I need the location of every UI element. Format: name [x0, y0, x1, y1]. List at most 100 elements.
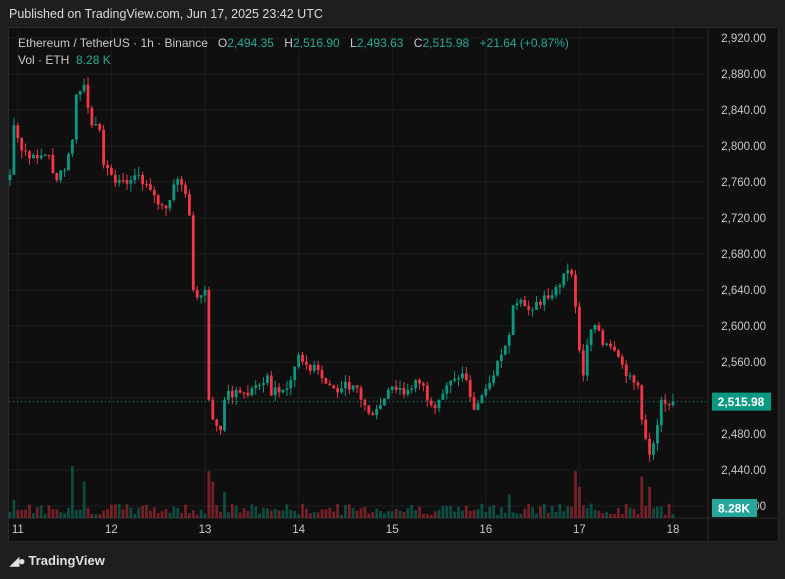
volume-bar: [277, 510, 281, 518]
price-axis-label: 2,480.00: [721, 429, 766, 441]
volume-bar: [293, 510, 297, 518]
open-value: 2,494.35: [227, 36, 274, 50]
candle-body: [652, 443, 655, 455]
candle-body: [149, 184, 152, 191]
candle-body: [289, 380, 293, 389]
volume-bar: [149, 510, 152, 518]
candle-body: [363, 399, 367, 406]
volume-bar: [156, 512, 160, 518]
volume-bar: [394, 508, 398, 518]
candle-body: [488, 382, 492, 389]
symbol-label[interactable]: Ethereum / TetherUS · 1h · Binance: [18, 36, 208, 50]
volume-bar: [663, 514, 667, 518]
volume-bar: [47, 505, 51, 518]
candle-body: [640, 385, 644, 420]
candle-body: [262, 382, 265, 385]
volume-bar: [188, 513, 191, 518]
volume-bar: [414, 510, 417, 518]
price-axis-label: 2,760.00: [721, 177, 766, 189]
candle-body: [500, 354, 503, 361]
candle-body: [145, 184, 148, 186]
candle-body: [230, 390, 234, 398]
volume-bar: [507, 494, 511, 518]
volume-bar: [628, 507, 632, 518]
high-label: H: [284, 36, 293, 50]
volume-label[interactable]: Vol · ETH: [18, 53, 69, 67]
volume-bar: [632, 508, 636, 518]
volume-bar: [32, 513, 35, 518]
candle-body: [47, 154, 51, 156]
volume-bar: [613, 514, 616, 518]
volume-bar: [667, 503, 671, 518]
candle-body: [659, 399, 663, 425]
volume-bar: [297, 514, 300, 518]
volume-bar: [285, 504, 289, 518]
volume-bar: [578, 486, 581, 518]
candle-body: [472, 397, 476, 410]
candle-body: [215, 419, 219, 426]
candle-body: [344, 381, 347, 389]
volume-bar: [390, 511, 394, 518]
volume-bar: [652, 508, 655, 518]
volume-bar: [566, 506, 570, 518]
candle-body: [266, 375, 269, 383]
candle-body: [578, 306, 581, 351]
candle-body: [203, 290, 207, 296]
candle-body: [554, 287, 558, 296]
candle-body: [667, 403, 671, 406]
volume-bar: [445, 506, 449, 518]
candle-body: [82, 84, 86, 91]
footer-brand[interactable]: ◢● TradingView: [10, 553, 105, 568]
candle-body: [429, 400, 433, 406]
candle-body: [468, 380, 472, 398]
volume-bar: [39, 505, 43, 518]
price-axis-label: 2,680.00: [721, 249, 766, 261]
volume-bar: [351, 507, 355, 518]
volume-bar: [332, 511, 336, 518]
volume-bar: [636, 514, 640, 518]
volume-bar: [223, 492, 226, 518]
candle-body: [484, 388, 488, 396]
volume-bar: [515, 513, 519, 518]
candle-body: [566, 270, 570, 274]
candle-body: [129, 180, 133, 184]
volume-bar: [8, 511, 12, 518]
candle-body: [355, 385, 359, 388]
candle-body: [457, 378, 460, 380]
volume-bar: [355, 510, 359, 518]
price-chart[interactable]: 2,920.00 2,880.00 2,840.00 2,800.00 2,760.00…: [0, 0, 785, 579]
volume-bar: [617, 508, 620, 518]
volume-bar: [402, 512, 406, 518]
volume-bar: [219, 511, 222, 518]
candle-body: [550, 295, 554, 299]
price-axis-label: 2,880.00: [721, 69, 766, 81]
candle-body: [281, 389, 285, 393]
candle-body: [35, 155, 39, 159]
volume-bar: [519, 513, 523, 518]
volume-bar: [51, 509, 55, 518]
volume-bar: [601, 512, 605, 518]
candle-body: [320, 370, 324, 379]
candle-body: [593, 325, 597, 330]
candle-body: [39, 155, 43, 159]
candle-body: [316, 364, 320, 371]
candle-body: [347, 381, 351, 390]
volume-bar: [659, 506, 663, 518]
candle-body: [176, 179, 180, 185]
candle-body: [531, 309, 534, 311]
candle-body: [8, 174, 12, 181]
volume-bar: [429, 514, 433, 518]
volume-bar: [262, 507, 265, 518]
candle-body: [375, 408, 378, 416]
candle-body: [558, 285, 562, 288]
candle-body: [273, 387, 277, 396]
candle-body: [305, 361, 308, 365]
volume-bar: [449, 505, 453, 518]
candle-body: [242, 392, 246, 394]
price-axis-label: 2,640.00: [721, 285, 766, 297]
volume-bar: [242, 508, 246, 518]
candle-body: [437, 399, 441, 409]
volume-bar: [16, 509, 20, 518]
volume-bar: [82, 481, 86, 518]
volume-bar: [234, 505, 238, 518]
